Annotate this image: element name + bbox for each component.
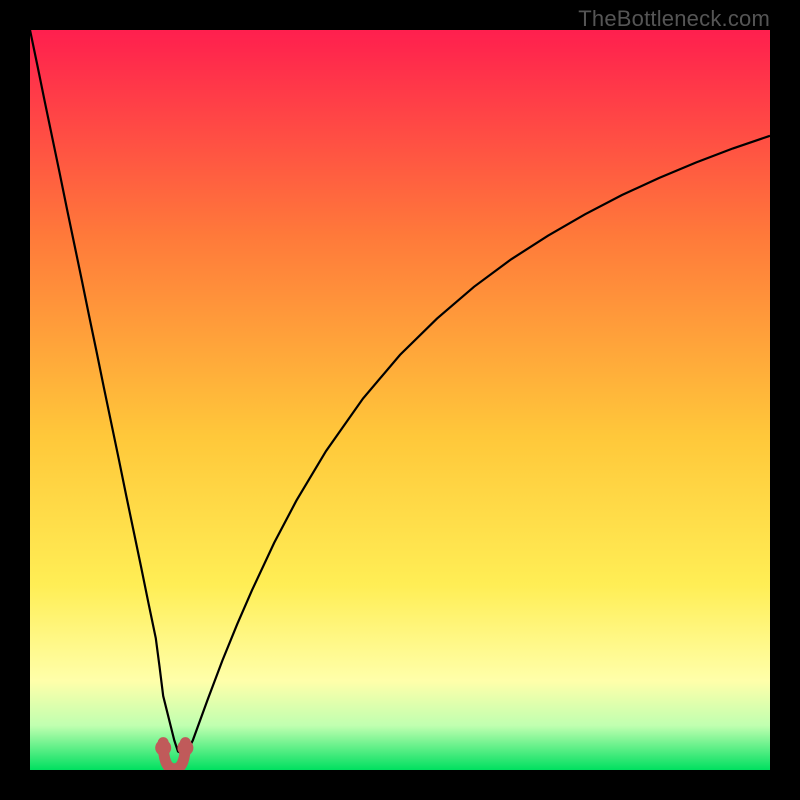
bottleneck-curve xyxy=(30,30,770,770)
plot-area xyxy=(30,30,770,770)
watermark-text: TheBottleneck.com xyxy=(578,6,770,32)
curve-line xyxy=(30,30,770,755)
chart-frame: TheBottleneck.com xyxy=(0,0,800,800)
curve-trough-marker xyxy=(155,740,193,769)
